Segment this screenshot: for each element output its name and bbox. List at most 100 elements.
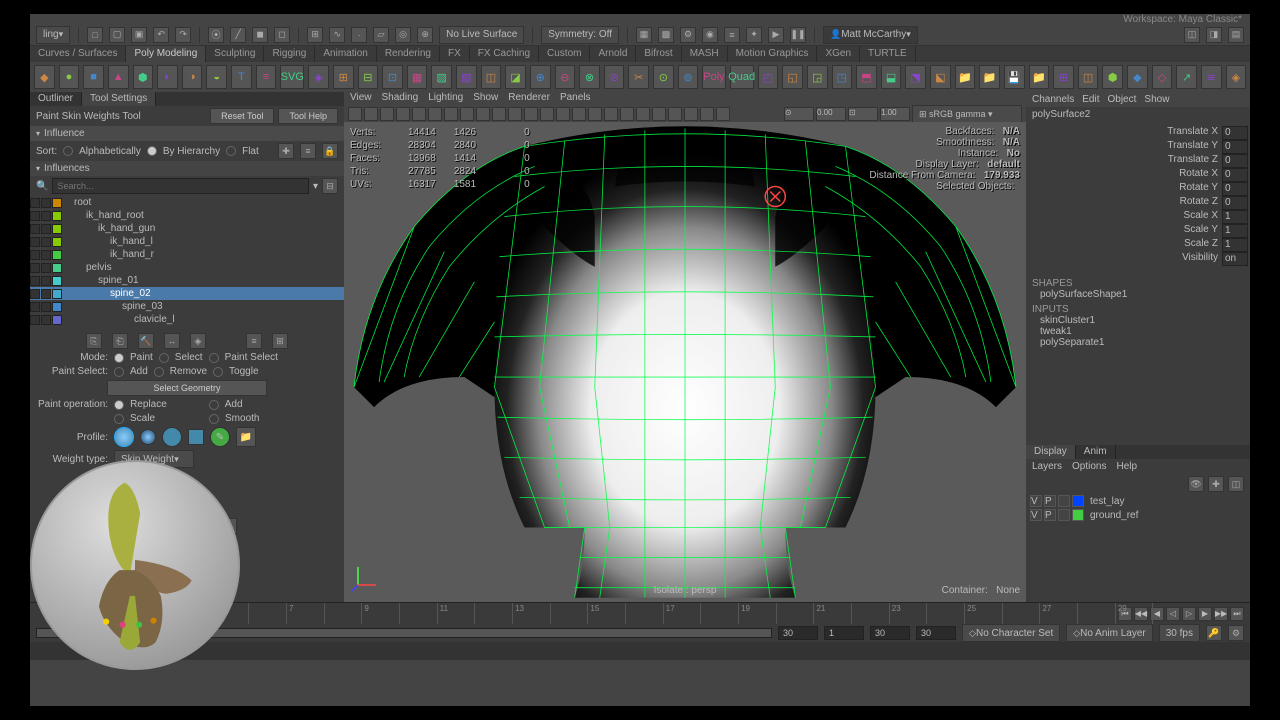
- tab-tool-settings[interactable]: Tool Settings: [82, 92, 156, 106]
- shelf-item[interactable]: ⊟: [358, 65, 379, 89]
- vp-menu-item[interactable]: Renderer: [508, 92, 550, 106]
- hammer-icon[interactable]: 🔨: [138, 333, 154, 349]
- tool-help-button[interactable]: Tool Help: [278, 108, 338, 124]
- vp-tool-icon[interactable]: [636, 107, 650, 121]
- layer-add-icon[interactable]: ✚: [1208, 476, 1224, 492]
- shelf-item[interactable]: ◈: [1226, 65, 1247, 89]
- tree-row[interactable]: root: [30, 196, 344, 209]
- shelf-item[interactable]: ◆: [34, 65, 55, 89]
- influence-tree[interactable]: rootik_hand_rootik_hand_gunik_hand_lik_h…: [30, 196, 344, 326]
- ch-menu-item[interactable]: Edit: [1082, 94, 1099, 105]
- snap-toggle-icon[interactable]: ⊕: [417, 27, 433, 43]
- account-dropdown[interactable]: 👤 Matt McCarthy ▾: [823, 26, 918, 44]
- tree-row[interactable]: ik_hand_gun: [30, 222, 344, 235]
- shelf-item[interactable]: ✂: [628, 65, 649, 89]
- vp-tool-icon[interactable]: [492, 107, 506, 121]
- shelf-tab[interactable]: Rigging: [264, 46, 315, 62]
- snap-grid-icon[interactable]: ⊞: [307, 27, 323, 43]
- brush-soft[interactable]: [140, 429, 156, 445]
- prefs-icon[interactable]: ⚙: [1228, 625, 1244, 641]
- shelf-item[interactable]: T: [231, 65, 252, 89]
- shelf-item[interactable]: ⊖: [555, 65, 576, 89]
- brush-browse[interactable]: 📁: [236, 427, 256, 447]
- render-settings-icon[interactable]: ⚙: [680, 27, 696, 43]
- shelf-item[interactable]: ⊗: [579, 65, 600, 89]
- shelf-item[interactable]: ▲: [108, 65, 129, 89]
- shelf-item[interactable]: ⊡: [382, 65, 403, 89]
- fps-dropdown[interactable]: 30 fps: [1159, 624, 1200, 642]
- vp-menu-item[interactable]: View: [350, 92, 372, 106]
- layer-new-icon[interactable]: ◫: [1228, 476, 1244, 492]
- vp-tool-icon[interactable]: [444, 107, 458, 121]
- vp-tool-icon[interactable]: [684, 107, 698, 121]
- file-save-icon[interactable]: ▣: [131, 27, 147, 43]
- shelf-tab[interactable]: FX Caching: [470, 46, 539, 62]
- shelf-item[interactable]: ◫: [481, 65, 502, 89]
- op-replace-radio[interactable]: [114, 400, 124, 410]
- playblast-icon[interactable]: ▶: [768, 27, 784, 43]
- shelf-item[interactable]: ◱: [782, 65, 803, 89]
- vp-menu-item[interactable]: Shading: [382, 92, 419, 106]
- vp-tool-icon[interactable]: [428, 107, 442, 121]
- snap-curve-icon[interactable]: ∿: [329, 27, 345, 43]
- shelf-item[interactable]: ⬢: [133, 65, 154, 89]
- shelf-item[interactable]: 📁: [1029, 65, 1050, 89]
- shelf-item[interactable]: ◪: [505, 65, 526, 89]
- tab-display[interactable]: Display: [1026, 445, 1076, 459]
- shelf-item[interactable]: ⬢: [1102, 65, 1123, 89]
- snap-live-icon[interactable]: ◎: [395, 27, 411, 43]
- mode-paintselect-radio[interactable]: [209, 353, 219, 363]
- undo-icon[interactable]: ↶: [153, 27, 169, 43]
- tab-anim[interactable]: Anim: [1076, 445, 1116, 459]
- vp-tool-icon[interactable]: [588, 107, 602, 121]
- reset-tool-button[interactable]: Reset Tool: [210, 108, 274, 124]
- symmetry-dropdown[interactable]: Symmetry: Off: [541, 26, 619, 44]
- pause-icon[interactable]: ❚❚: [790, 27, 806, 43]
- shelf-item[interactable]: 📁: [979, 65, 1000, 89]
- shelf-tab[interactable]: Arnold: [590, 46, 636, 62]
- shelf-item[interactable]: ◆: [1127, 65, 1148, 89]
- op-scale-radio[interactable]: [114, 414, 124, 424]
- shelf-item[interactable]: ▨: [431, 65, 452, 89]
- shelf-item[interactable]: ⬓: [881, 65, 902, 89]
- file-open-icon[interactable]: ▢: [109, 27, 125, 43]
- lock-icon[interactable]: 🔒: [322, 143, 338, 159]
- snap-point-icon[interactable]: ·: [351, 27, 367, 43]
- shelf-tab[interactable]: Bifrost: [636, 46, 681, 62]
- shelf-item[interactable]: Poly: [702, 65, 725, 89]
- influence-icon[interactable]: ◈: [190, 333, 206, 349]
- shelf-item[interactable]: ◒: [206, 65, 227, 89]
- vp-tool-icon[interactable]: [460, 107, 474, 121]
- shelf-item[interactable]: ◳: [832, 65, 853, 89]
- tree-row[interactable]: ik_hand_l: [30, 235, 344, 248]
- shelf-tab[interactable]: Animation: [315, 46, 376, 62]
- panel-layout-icon[interactable]: ▤: [1228, 27, 1244, 43]
- tree-row[interactable]: pelvis: [30, 261, 344, 274]
- shelf-tab[interactable]: MASH: [682, 46, 728, 62]
- tree-row[interactable]: ik_hand_r: [30, 248, 344, 261]
- layer-row[interactable]: VPground_ref: [1026, 508, 1250, 522]
- layer-eye-icon[interactable]: 👁: [1188, 476, 1204, 492]
- paste-weights-icon[interactable]: ⎗: [112, 333, 128, 349]
- op-add-radio[interactable]: [209, 400, 219, 410]
- pick-influence-icon[interactable]: ✚: [278, 143, 294, 159]
- sort-alpha-radio[interactable]: [63, 146, 73, 156]
- shelf-item[interactable]: ▧: [456, 65, 477, 89]
- select-vert-icon[interactable]: ⦿: [208, 27, 224, 43]
- tree-row[interactable]: ik_hand_root: [30, 209, 344, 222]
- render-icon[interactable]: ▦: [636, 27, 652, 43]
- step-fwd-key-icon[interactable]: ▶▶: [1214, 607, 1228, 621]
- copy-weights-icon[interactable]: ⎘: [86, 333, 102, 349]
- shelf-item[interactable]: ◈: [308, 65, 329, 89]
- shelf-tab[interactable]: FX: [440, 46, 470, 62]
- vp-tool-icon[interactable]: [348, 107, 362, 121]
- vp-tool-icon[interactable]: [556, 107, 570, 121]
- vp-tool-icon[interactable]: [716, 107, 730, 121]
- ch-menu-item[interactable]: Show: [1144, 94, 1169, 105]
- vp-tool-icon[interactable]: [604, 107, 618, 121]
- influence-section-header[interactable]: Influence: [30, 126, 344, 141]
- shelf-item[interactable]: SVG: [280, 65, 304, 89]
- shelf-tab[interactable]: Sculpting: [206, 46, 264, 62]
- influence-search-input[interactable]: [52, 178, 309, 194]
- select-edge-icon[interactable]: ╱: [230, 27, 246, 43]
